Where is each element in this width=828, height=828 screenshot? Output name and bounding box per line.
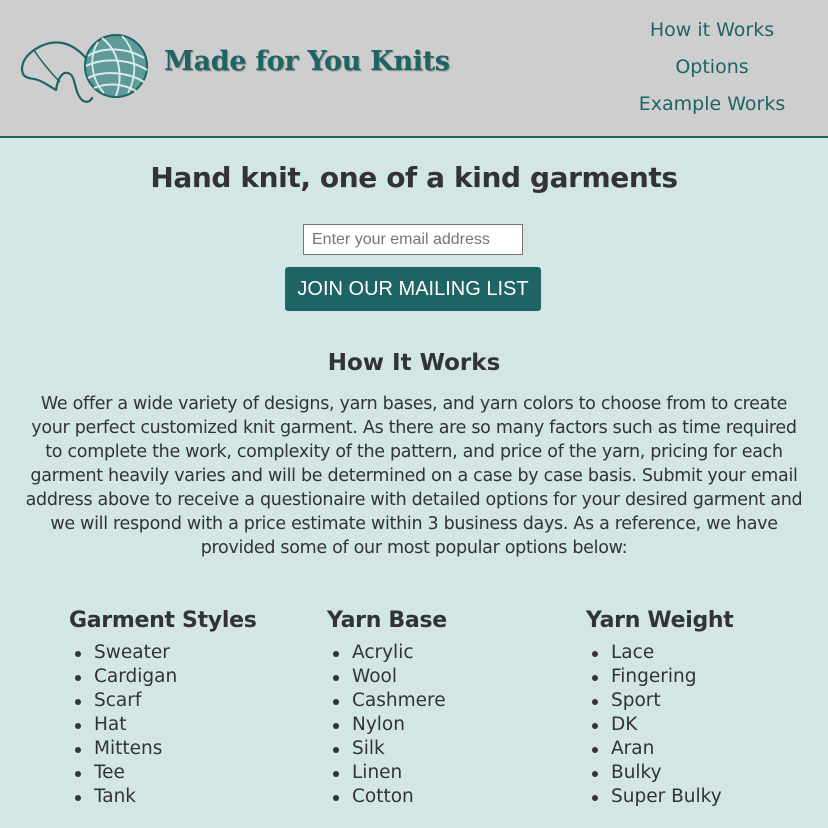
yarn-weight-column: Yarn Weight Lace Fingering Sport DK Aran… [586,608,734,809]
yarn-ball-icon[interactable] [18,30,148,105]
nav-link-options[interactable]: Options [632,49,792,86]
option-list: Lace Fingering Sport DK Aran Bulky Super… [586,641,734,809]
list-item: Fingering [586,665,734,689]
garment-styles-column: Garment Styles Sweater Cardigan Scarf Ha… [69,608,257,809]
list-item: Aran [586,737,734,761]
list-item: Silk [327,737,447,761]
email-input[interactable] [303,224,523,255]
list-item: Sweater [69,641,257,665]
hero-title: Hand knit, one of a kind garments [150,161,678,194]
list-item: Acrylic [327,641,447,665]
option-list: Acrylic Wool Cashmere Nylon Silk Linen C… [327,641,447,809]
list-item: Tank [69,785,257,809]
list-item: Linen [327,761,447,785]
column-title: Yarn Base [327,608,447,633]
nav-link-example-works[interactable]: Example Works [632,86,792,123]
brand-name[interactable]: Made for You Knits [164,46,450,77]
yarn-base-column: Yarn Base Acrylic Wool Cashmere Nylon Si… [327,608,447,809]
list-item: Hat [69,713,257,737]
how-it-works-title: How It Works [327,350,501,376]
how-it-works-text: We offer a wide variety of designs, yarn… [25,394,803,558]
list-item: Sport [586,689,734,713]
list-item: Cardigan [69,665,257,689]
list-item: Lace [586,641,734,665]
site-header: Made for You Knits How it Works Options … [0,0,828,138]
column-title: Garment Styles [69,608,257,633]
list-item: Cotton [327,785,447,809]
list-item: Super Bulky [586,785,734,809]
column-title: Yarn Weight [586,608,734,633]
nav-link-how-it-works[interactable]: How it Works [632,12,792,49]
list-item: Scarf [69,689,257,713]
list-item: Bulky [586,761,734,785]
join-mailing-list-button[interactable]: JOIN OUR MAILING LIST [285,267,541,311]
list-item: Nylon [327,713,447,737]
list-item: DK [586,713,734,737]
main-nav: How it Works Options Example Works [632,12,792,123]
list-item: Mittens [69,737,257,761]
list-item: Cashmere [327,689,447,713]
option-list: Sweater Cardigan Scarf Hat Mittens Tee T… [69,641,257,809]
list-item: Wool [327,665,447,689]
list-item: Tee [69,761,257,785]
